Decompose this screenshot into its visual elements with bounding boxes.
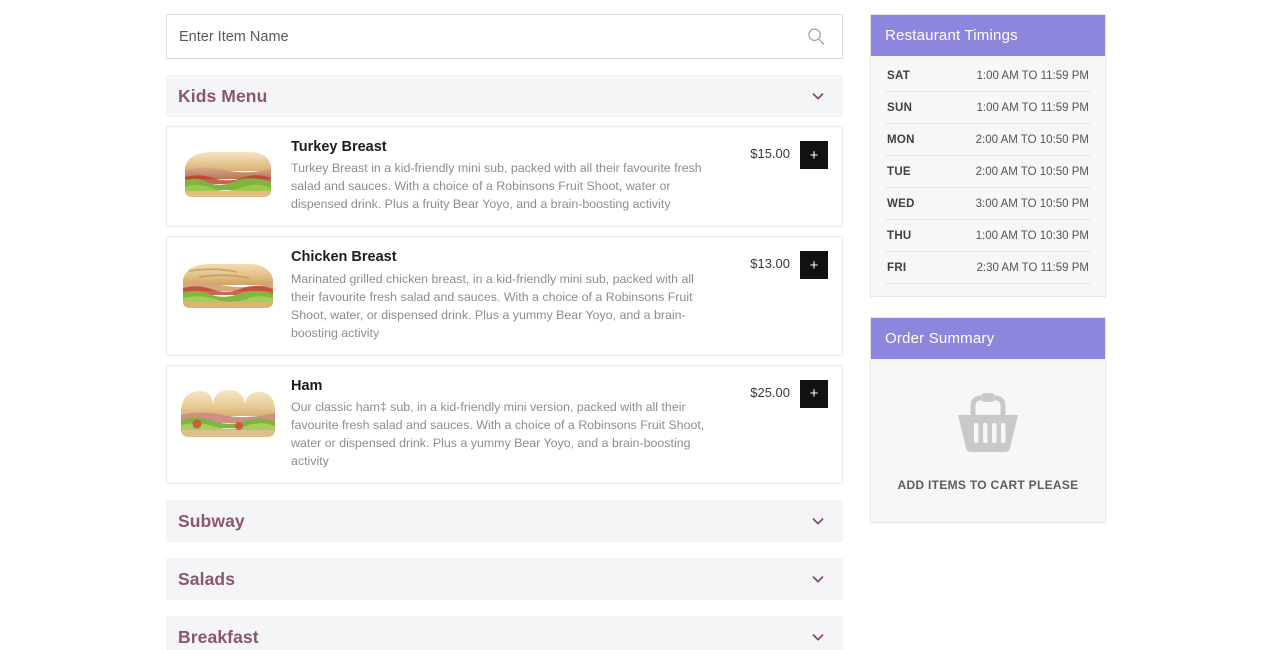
shopping-basket-icon <box>881 385 1095 460</box>
restaurant-menu-page: Kids Menu <box>0 0 1272 650</box>
search-bar[interactable] <box>166 14 843 59</box>
menu-item-name: Ham <box>291 377 323 394</box>
chicken-breast-sub-photo <box>179 253 277 316</box>
restaurant-timings-list: SAT 1:00 AM TO 11:59 PM SUN 1:00 AM TO 1… <box>871 56 1105 296</box>
timing-day: MON <box>887 134 915 146</box>
menu-item-body: Turkey Breast Turkey Breast in a kid-fri… <box>291 137 750 214</box>
timing-row: WED 3:00 AM TO 10:50 PM <box>885 188 1091 220</box>
timing-row: FRI 2:30 AM TO 11:59 PM <box>885 252 1091 284</box>
chevron-down-icon[interactable] <box>809 512 827 530</box>
timing-hours: 2:30 AM TO 11:59 PM <box>976 262 1089 274</box>
menu-item-row[interactable]: Turkey Breast Turkey Breast in a kid-fri… <box>166 126 843 228</box>
timing-hours: 3:00 AM TO 10:50 PM <box>975 198 1089 210</box>
menu-main-column: Kids Menu <box>166 14 843 650</box>
timing-day: FRI <box>887 262 907 274</box>
menu-item-body: Ham Our classic ham‡ sub, in a kid-frien… <box>291 376 750 471</box>
category-title: Breakfast <box>178 626 259 647</box>
empty-cart-message: ADD ITEMS TO CART PLEASE <box>897 478 1079 492</box>
menu-item-description: Marinated grilled chicken breast, in a k… <box>291 271 694 340</box>
turkey-breast-sub-photo <box>179 143 277 205</box>
chevron-down-icon[interactable] <box>809 570 827 588</box>
add-to-cart-button[interactable]: + <box>800 141 828 169</box>
category-header-breakfast[interactable]: Breakfast <box>166 616 843 650</box>
timing-day: SAT <box>887 70 911 82</box>
menu-item-actions: $13.00 + <box>750 247 828 280</box>
timing-day: TUE <box>887 166 911 178</box>
chevron-down-icon[interactable] <box>809 87 827 105</box>
menu-item-price: $25.00 <box>750 384 790 400</box>
chevron-down-icon[interactable] <box>809 628 827 646</box>
order-summary-title: Order Summary <box>871 318 1105 359</box>
category-header-kids-menu[interactable]: Kids Menu <box>166 75 843 117</box>
menu-item-actions: $15.00 + <box>750 137 828 169</box>
menu-item-actions: $25.00 + <box>750 376 828 408</box>
timing-hours: 1:00 AM TO 11:59 PM <box>976 70 1089 82</box>
category-title: Salads <box>178 568 236 589</box>
timing-row: TUE 2:00 AM TO 10:50 PM <box>885 156 1091 188</box>
category-header-subway[interactable]: Subway <box>166 500 843 542</box>
menu-item-description: Turkey Breast in a kid-friendly mini sub… <box>291 161 702 212</box>
timing-row: MON 2:00 AM TO 10:50 PM <box>885 124 1091 156</box>
timing-day: THU <box>887 230 912 242</box>
timing-row: SAT 1:00 AM TO 11:59 PM <box>885 60 1091 92</box>
timing-hours: 1:00 AM TO 11:59 PM <box>976 102 1089 114</box>
category-title: Kids Menu <box>178 85 268 106</box>
add-to-cart-button[interactable]: + <box>800 379 828 408</box>
timing-day: WED <box>887 198 915 210</box>
search-input[interactable] <box>167 15 842 58</box>
sidebar-column: Restaurant Timings SAT 1:00 AM TO 11:59 … <box>870 14 1106 543</box>
menu-item-row[interactable]: Ham Our classic ham‡ sub, in a kid-frien… <box>166 364 843 484</box>
timing-hours: 2:00 AM TO 10:50 PM <box>975 166 1089 178</box>
menu-item-price: $15.00 <box>750 146 790 161</box>
menu-item-name: Turkey Breast <box>291 139 387 155</box>
timing-hours: 1:00 AM TO 10:30 PM <box>975 230 1089 242</box>
restaurant-timings-title: Restaurant Timings <box>871 15 1105 56</box>
timing-hours: 2:00 AM TO 10:50 PM <box>975 134 1089 146</box>
ham-sub-photo <box>179 381 277 444</box>
menu-item-price: $13.00 <box>750 256 790 272</box>
empty-cart-state: ADD ITEMS TO CART PLEASE <box>871 359 1105 522</box>
restaurant-timings-panel: Restaurant Timings SAT 1:00 AM TO 11:59 … <box>870 14 1106 297</box>
menu-item-description: Our classic ham‡ sub, in a kid-friendly … <box>291 400 705 469</box>
timing-row: THU 1:00 AM TO 10:30 PM <box>885 220 1091 252</box>
timing-row: SUN 1:00 AM TO 11:59 PM <box>885 92 1091 124</box>
category-header-salads[interactable]: Salads <box>166 558 843 600</box>
timing-day: SUN <box>887 102 913 114</box>
category-title: Subway <box>178 510 245 531</box>
search-icon[interactable] <box>804 25 828 49</box>
menu-item-body: Chicken Breast Marinated grilled chicken… <box>291 247 750 342</box>
menu-item-name: Chicken Breast <box>291 249 397 266</box>
add-to-cart-button[interactable]: + <box>800 251 828 280</box>
menu-item-row[interactable]: Chicken Breast Marinated grilled chicken… <box>166 236 843 356</box>
order-summary-panel: Order Summary ADD ITEMS TO CART PLEASE <box>870 317 1106 523</box>
